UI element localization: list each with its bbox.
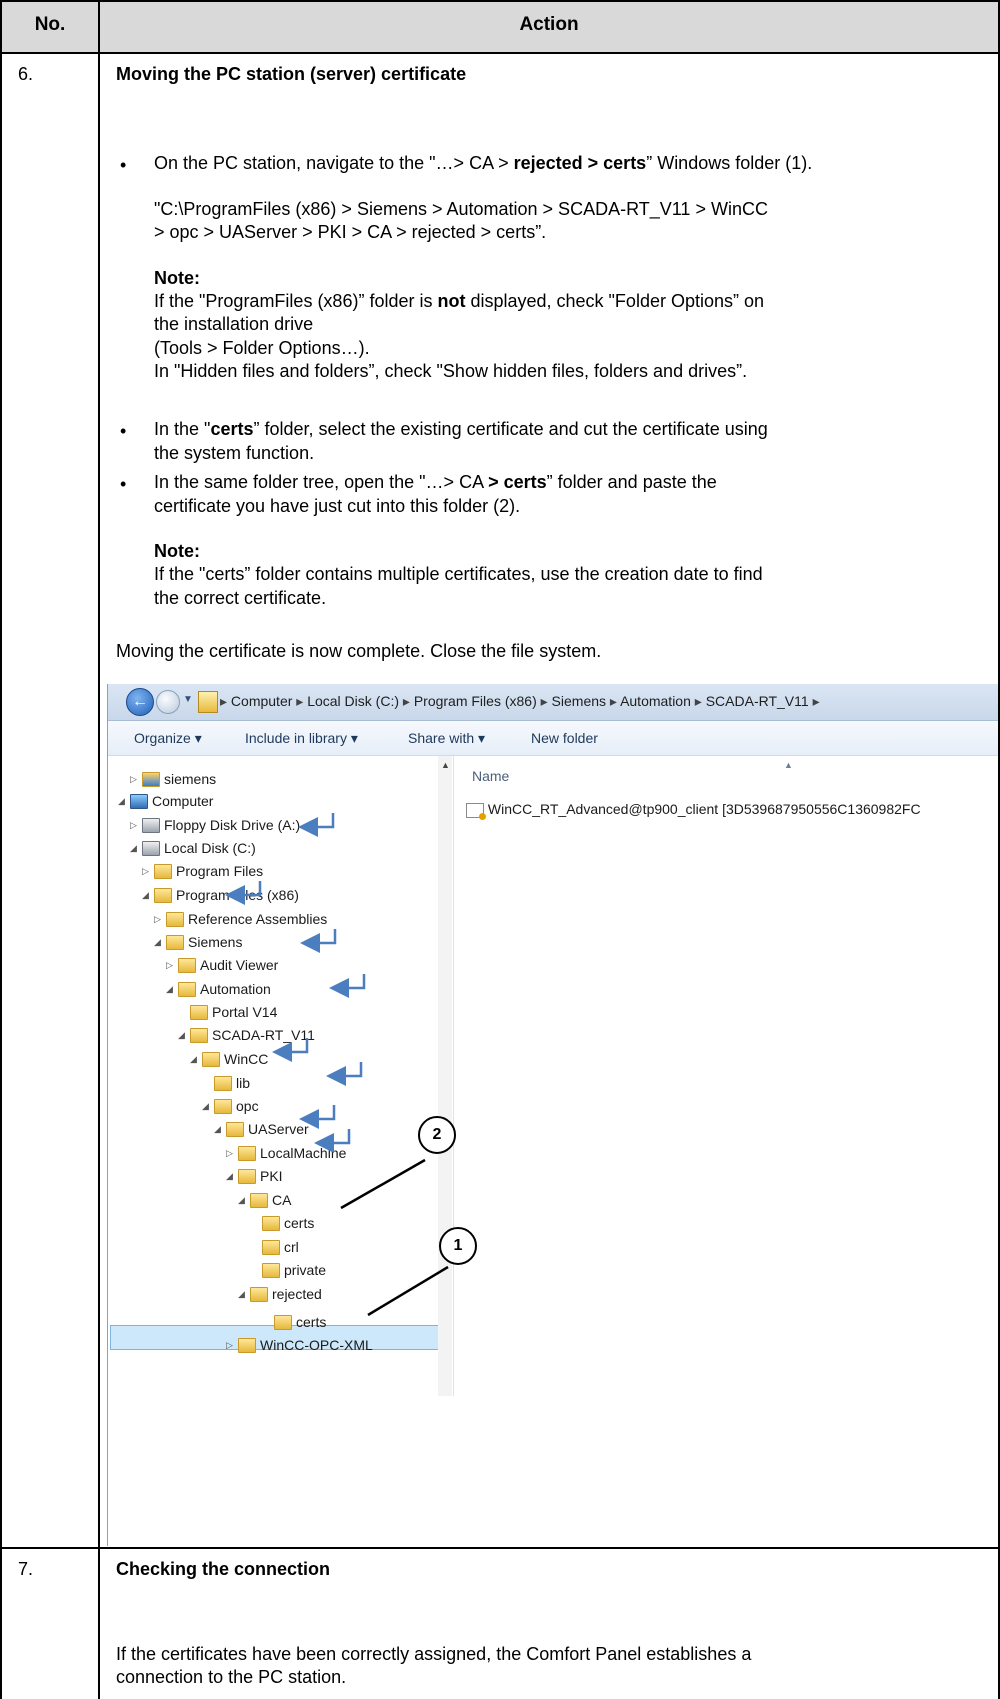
arrow-ca xyxy=(314,1129,351,1153)
step-title-7: Checking the connection xyxy=(116,1559,331,1579)
callout-2-leader xyxy=(340,1158,426,1210)
note1-line1: If the "ProgramFiles (x86)” folder is no… xyxy=(154,291,765,311)
arrow-pki xyxy=(299,1105,336,1129)
note1-label: Note: xyxy=(154,268,200,288)
bullet-2: • xyxy=(120,421,127,441)
note2-line2: the correct certificate. xyxy=(154,588,327,608)
step-arrows xyxy=(225,813,366,1153)
bullet2-line1: In the "certs” folder, select the existi… xyxy=(154,419,768,439)
step7-line2: connection to the PC station. xyxy=(116,1667,347,1687)
bullet1-text: On the PC station, navigate to the "…> C… xyxy=(154,153,813,173)
callout-1-leader xyxy=(367,1265,449,1317)
callout-1-badge: 1 xyxy=(439,1227,477,1265)
closing-text: Moving the certificate is now complete. … xyxy=(116,641,602,661)
callout-2-badge: 2 xyxy=(418,1116,456,1154)
arrow-automation xyxy=(300,929,337,953)
bullet3-line2: certificate you have just cut into this … xyxy=(154,496,521,516)
bullet3-line1: In the same folder tree, open the "…> CA… xyxy=(154,472,717,492)
header-no: No. xyxy=(34,14,66,35)
step7-line1: If the certificates have been correctly … xyxy=(116,1644,752,1664)
annotation-overlay xyxy=(225,813,449,1317)
explorer-screenshot-frame: ← ▼ ▸ Computer ▸ Local Disk (C:) ▸ Progr… xyxy=(100,684,998,1546)
step-number-7: 7. xyxy=(18,1559,34,1579)
bullet1-path-line1: "C:\ProgramFiles (x86) > Siemens > Autom… xyxy=(154,199,768,219)
header-action: Action xyxy=(519,14,579,35)
note2-label: Note: xyxy=(154,541,200,561)
arrow-scada xyxy=(329,974,366,998)
note1-line3: (Tools > Folder Options…). xyxy=(154,338,370,358)
bullet2-line2: the system function. xyxy=(154,443,315,463)
bullet-1: • xyxy=(120,155,127,175)
arrow-uaserver xyxy=(326,1062,363,1086)
arrow-opc xyxy=(272,1038,309,1062)
arrow-siemens xyxy=(225,881,262,905)
note1-line2: the installation drive xyxy=(154,314,314,334)
step-title-6: Moving the PC station (server) certifica… xyxy=(116,64,467,84)
step-number-6: 6. xyxy=(18,64,34,84)
note2-line1: If the "certs” folder contains multiple … xyxy=(154,564,763,584)
bullet1-path-line2: > opc > UAServer > PKI > CA > rejected >… xyxy=(154,222,547,242)
note1-line4: In "Hidden files and folders”, check "Sh… xyxy=(154,361,748,381)
arrow-program-files-x86 xyxy=(298,813,335,837)
explorer-window: ← ▼ ▸ Computer ▸ Local Disk (C:) ▸ Progr… xyxy=(107,684,998,1546)
bullet-3: • xyxy=(120,474,127,494)
